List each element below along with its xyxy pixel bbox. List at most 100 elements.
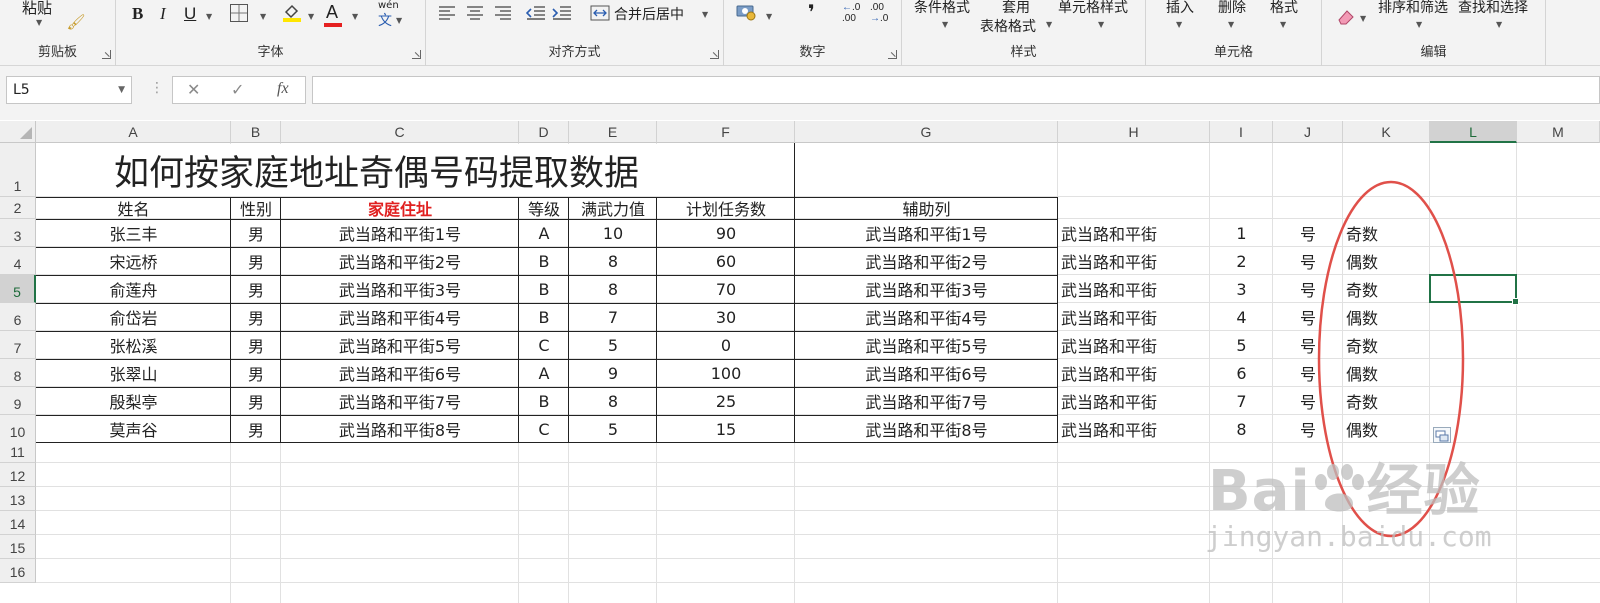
table-cell[interactable]: 武当路和平街1号 [795, 219, 1058, 247]
active-cell-l5[interactable] [1429, 274, 1519, 305]
table-cell[interactable]: B [519, 303, 569, 331]
align-center-icon[interactable] [466, 4, 484, 22]
column-header-e[interactable]: E [569, 121, 657, 143]
table-cell[interactable]: 武当路和平街1号 [281, 219, 519, 247]
table-cell[interactable]: 号 [1273, 275, 1343, 303]
row-header-2[interactable]: 2 [0, 197, 36, 219]
table-cell[interactable]: 武当路和平街8号 [795, 415, 1058, 443]
underline-button[interactable]: U [184, 4, 196, 24]
worksheet[interactable]: ABCDEFGHIJKLM 1 2 3 4 5 6 7 8 9 10 11 12 13 14 15 16 如何… [0, 121, 1600, 603]
cell-styles-button[interactable]: 单元格样式 [1058, 0, 1128, 17]
row-header-3[interactable]: 3 [0, 219, 36, 247]
column-header-m[interactable]: M [1517, 121, 1600, 143]
table-cell[interactable]: 70 [657, 275, 795, 303]
table-cell[interactable]: 60 [657, 247, 795, 275]
table-cell[interactable]: 武当路和平街6号 [795, 359, 1058, 387]
table-cell[interactable]: 男 [231, 359, 281, 387]
column-header-c[interactable]: C [281, 121, 519, 143]
table-format-dropdown-icon[interactable]: ▼ [1046, 20, 1052, 29]
column-header-f[interactable]: F [657, 121, 795, 143]
sort-filter-button[interactable]: 排序和筛选 [1378, 0, 1448, 17]
insert-button[interactable]: 插入 [1166, 0, 1194, 17]
table-cell[interactable]: 武当路和平街7号 [281, 387, 519, 415]
paste-options-icon[interactable] [1433, 427, 1451, 443]
decrease-decimal-button[interactable]: .00 →.0 [870, 2, 888, 24]
table-header-cell[interactable]: 姓名 [36, 197, 231, 219]
row-header-6[interactable]: 6 [0, 303, 36, 331]
phonetic-dropdown-icon[interactable]: ▼ [396, 16, 402, 25]
column-header-d[interactable]: D [519, 121, 569, 143]
clear-icon[interactable] [1336, 8, 1356, 26]
table-cell[interactable]: 7 [1210, 387, 1273, 415]
table-header-cell[interactable]: 辅助列 [795, 197, 1058, 219]
table-format-button[interactable]: 表格格式 [980, 16, 1036, 36]
table-cell[interactable]: 男 [231, 415, 281, 443]
table-cell[interactable]: 号 [1273, 247, 1343, 275]
table-header-cell[interactable]: 等级 [519, 197, 569, 219]
table-cell[interactable]: 5 [569, 415, 657, 443]
table-cell[interactable]: 武当路和平街 [1058, 247, 1210, 275]
table-cell[interactable]: B [519, 275, 569, 303]
bold-button[interactable]: B [132, 4, 143, 24]
table-cell[interactable]: 奇数 [1343, 331, 1430, 359]
table-cell[interactable]: 武当路和平街 [1058, 275, 1210, 303]
table-cell[interactable]: 号 [1273, 331, 1343, 359]
border-dropdown-icon[interactable]: ▼ [260, 12, 266, 21]
table-cell[interactable]: 奇数 [1343, 219, 1430, 247]
enter-icon[interactable]: ✓ [231, 80, 244, 99]
table-cell[interactable]: 8 [569, 275, 657, 303]
table-cell[interactable]: 2 [1210, 247, 1273, 275]
decrease-indent-icon[interactable] [526, 4, 546, 22]
row-header-12[interactable]: 12 [0, 463, 36, 487]
table-cell[interactable]: 武当路和平街2号 [281, 247, 519, 275]
accounting-dropdown-icon[interactable]: ▼ [766, 12, 772, 21]
table-cell[interactable]: 奇数 [1343, 275, 1430, 303]
column-header-a[interactable]: A [36, 121, 231, 143]
name-box[interactable]: L5 ▼ [6, 76, 132, 104]
column-header-g[interactable]: G [795, 121, 1058, 143]
table-cell[interactable]: 武当路和平街 [1058, 387, 1210, 415]
table-header-cell[interactable]: 家庭住址 [281, 197, 519, 219]
insert-function-icon[interactable]: fx [277, 80, 289, 98]
table-cell[interactable]: 武当路和平街3号 [281, 275, 519, 303]
table-cell[interactable]: 7 [569, 303, 657, 331]
merge-center-button[interactable]: 合并后居中 [614, 4, 684, 24]
table-cell[interactable]: 90 [657, 219, 795, 247]
table-cell[interactable]: 8 [569, 247, 657, 275]
table-cell[interactable]: 8 [1210, 415, 1273, 443]
row-header-16[interactable]: 16 [0, 559, 36, 583]
row-header-11[interactable]: 11 [0, 439, 36, 463]
table-cell[interactable]: 3 [1210, 275, 1273, 303]
merge-center-icon[interactable] [590, 4, 610, 22]
table-cell[interactable]: 偶数 [1343, 359, 1430, 387]
table-header-cell[interactable]: 计划任务数 [657, 197, 795, 219]
row-header-5[interactable]: 5 [0, 275, 36, 303]
table-cell[interactable]: 武当路和平街4号 [795, 303, 1058, 331]
table-cell[interactable]: 武当路和平街5号 [795, 331, 1058, 359]
table-cell[interactable]: 5 [569, 331, 657, 359]
table-cell[interactable]: 号 [1273, 359, 1343, 387]
table-cell[interactable]: C [519, 331, 569, 359]
column-header-b[interactable]: B [231, 121, 281, 143]
accounting-format-icon[interactable] [736, 2, 758, 22]
table-cell[interactable]: 9 [569, 359, 657, 387]
merge-center-dropdown-icon[interactable]: ▼ [702, 10, 708, 19]
row-header-9[interactable]: 9 [0, 387, 36, 415]
table-cell[interactable]: C [519, 415, 569, 443]
table-cell[interactable]: 武当路和平街2号 [795, 247, 1058, 275]
increase-decimal-button[interactable]: ←.0.00 [842, 2, 860, 24]
table-cell[interactable]: 号 [1273, 387, 1343, 415]
phonetic-guide-button[interactable]: 文 [378, 10, 392, 30]
clipboard-launcher-icon[interactable] [102, 50, 111, 59]
apply-table-top[interactable]: 套用 [1002, 0, 1030, 17]
table-cell[interactable]: 男 [231, 387, 281, 415]
format-button[interactable]: 格式 [1270, 0, 1298, 17]
column-header-h[interactable]: H [1058, 121, 1210, 143]
table-cell[interactable]: 俞莲舟 [36, 275, 231, 303]
find-select-dropdown-icon[interactable]: ▼ [1496, 20, 1502, 29]
table-cell[interactable]: 号 [1273, 303, 1343, 331]
cell-styles-dropdown-icon[interactable]: ▼ [1098, 20, 1104, 29]
table-cell[interactable]: 男 [231, 247, 281, 275]
underline-dropdown-icon[interactable]: ▼ [206, 12, 212, 21]
table-cell[interactable]: 男 [231, 219, 281, 247]
